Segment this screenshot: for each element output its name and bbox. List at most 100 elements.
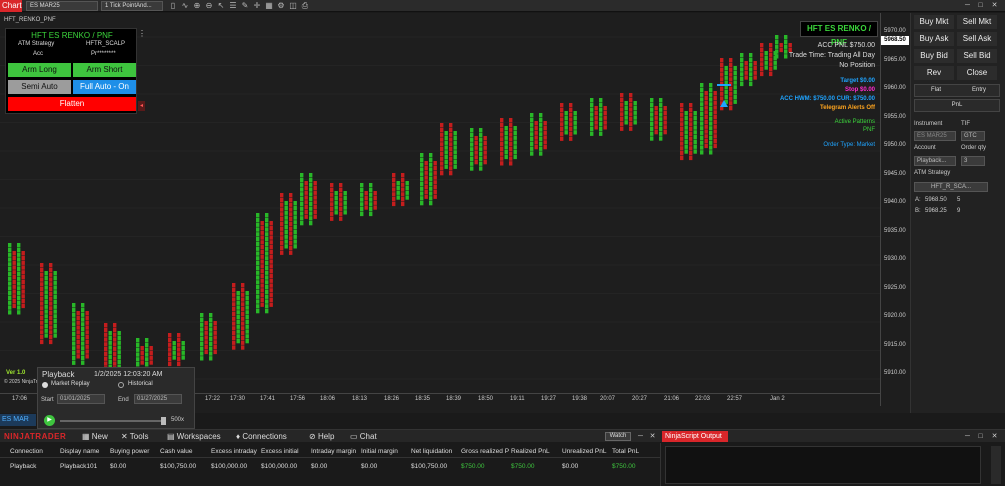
grid-column-header[interactable]: Realized PnL [511,448,550,455]
minimize-icon[interactable]: ─ [963,1,972,10]
new-menu[interactable]: ▦ New [82,431,108,442]
grid-column-header[interactable]: Connection [10,448,43,455]
market-replay-radio[interactable] [42,382,48,388]
grid-cell[interactable]: $0.00 [110,463,126,470]
play-icon[interactable]: ▶ [44,415,55,426]
pnf-o-box [260,235,264,240]
grid-cell[interactable]: $100,000.00 [211,463,247,470]
speed-slider-handle[interactable] [161,417,166,425]
sell-market-button[interactable]: Sell Mkt [957,15,997,29]
instrument-selector[interactable]: ES MAR25 [26,1,98,11]
grid-cell[interactable]: Playback101 [60,463,97,470]
grid-cell[interactable]: Playback [10,463,36,470]
pnf-o-box [654,130,658,135]
buy-bid-button[interactable]: Buy Bid [914,49,954,63]
pnf-x-box [300,182,304,187]
pnf-o-box [213,345,217,350]
properties-icon[interactable]: ☰ [228,1,238,11]
sell-ask-button[interactable]: Sell Ask [957,32,997,46]
grid-column-header[interactable]: Total PnL [612,448,639,455]
strategy-menu-icon[interactable]: ⋮ [138,29,146,41]
pnf-o-box [629,117,633,122]
grid-cell[interactable]: $0.00 [361,463,377,470]
end-date-picker[interactable]: 01/27/2025 [134,394,182,404]
pnf-x-box [764,60,768,65]
output-minimize-icon[interactable]: ─ [963,432,972,441]
playback-speed-slider[interactable] [60,420,164,422]
chart-trader-icon[interactable]: ◫ [288,1,298,11]
reverse-button[interactable]: Rev [914,66,954,80]
chat-menu[interactable]: ▭ Chat [350,431,377,442]
arm-long-button[interactable]: Arm Long [8,63,71,77]
pnf-x-box [293,225,297,230]
grid-cell[interactable]: $0.00 [311,463,327,470]
grid-column-header[interactable]: Buying power [110,448,149,455]
account-select[interactable]: Playback... [914,156,956,166]
grid-cell[interactable]: $0.00 [562,463,578,470]
grid-column-header[interactable]: Net liquidation [411,448,452,455]
output-close-icon[interactable]: ✕ [990,432,999,441]
crosshair-icon[interactable]: ✛ [252,1,262,11]
sell-bid-button[interactable]: Sell Bid [957,49,997,63]
bar-type-selector[interactable]: 1 Tick PointAnd... [101,1,163,11]
pnf-o-box [729,86,733,92]
start-date-picker[interactable]: 01/01/2025 [57,394,105,404]
buy-market-button[interactable]: Buy Mkt [914,15,954,29]
data-box-icon[interactable]: ▦ [264,1,274,11]
indicators-icon[interactable]: ∿ [180,1,190,11]
grid-cell[interactable]: $750.00 [612,463,636,470]
grid-cell[interactable]: $100,750.00 [160,463,196,470]
chart-tab[interactable]: Chart [0,0,22,12]
grid-column-header[interactable]: Excess intraday [211,448,257,455]
output-text-area[interactable] [665,446,981,484]
tools-menu[interactable]: ✕ Tools [121,431,148,442]
pnf-x-box [265,265,269,271]
grid-column-header[interactable]: Unrealized PnL [562,448,606,455]
snapshot-icon[interactable]: ⎙ [300,1,310,11]
bar-style-icon[interactable]: ▯ [168,1,178,11]
pnf-x-box [539,122,543,127]
grid-column-header[interactable]: Intraday margin [311,448,356,455]
atm-strategy-select[interactable]: HFT_R_SCA... [914,182,988,192]
ninjascript-output-tab[interactable]: NinjaScript Output [662,431,728,442]
connections-menu[interactable]: ♦ Connections [236,431,287,442]
zoom-in-icon[interactable]: ⊕ [192,1,202,11]
pointer-icon[interactable]: ↖ [216,1,226,11]
buy-ask-button[interactable]: Buy Ask [914,32,954,46]
grid-cell[interactable]: $750.00 [511,463,535,470]
grid-cell[interactable]: $100,750.00 [411,463,447,470]
maximize-icon[interactable]: □ [976,1,985,10]
grid-column-header[interactable]: Initial margin [361,448,398,455]
grid-cell[interactable]: $750.00 [461,463,485,470]
pnf-o-box [241,335,245,341]
help-menu[interactable]: ⊘ Help [309,431,334,442]
instrument-tab[interactable]: ES MAR [0,414,36,426]
watch-button[interactable]: Watch [605,432,631,441]
output-maximize-icon[interactable]: □ [976,432,985,441]
grid-column-header[interactable]: Excess initial [261,448,299,455]
drawing-tools-icon[interactable]: ✎ [240,1,250,11]
cc-minimize-icon[interactable]: ─ [636,432,645,441]
flatten-button[interactable]: Flatten [8,97,136,111]
grid-column-header[interactable]: Cash value [160,448,193,455]
zoom-out-icon[interactable]: ⊖ [204,1,214,11]
pnf-o-box [49,301,53,306]
close-position-button[interactable]: Close [957,66,997,80]
order-qty-input[interactable]: 3 [961,156,985,166]
cc-close-icon[interactable]: ✕ [648,432,657,441]
grid-cell[interactable]: $100,000.00 [261,463,297,470]
instrument-select[interactable]: ES MAR25 [914,131,956,141]
full-auto-button[interactable]: Full Auto - On [73,80,136,94]
pnf-x-box [343,195,347,201]
collapse-panel-icon[interactable]: ◂ [138,101,145,111]
semi-auto-button[interactable]: Semi Auto [8,80,71,94]
strategies-icon[interactable]: ⚙ [276,1,286,11]
historical-radio[interactable] [118,382,124,388]
close-icon[interactable]: ✕ [990,1,999,10]
tif-select[interactable]: GTC [961,131,985,141]
arm-short-button[interactable]: Arm Short [73,63,136,77]
grid-column-header[interactable]: Gross realized P [461,448,509,455]
workspaces-menu[interactable]: ▤ Workspaces [167,431,221,442]
output-scrollbar[interactable] [991,446,1001,484]
grid-column-header[interactable]: Display name [60,448,99,455]
